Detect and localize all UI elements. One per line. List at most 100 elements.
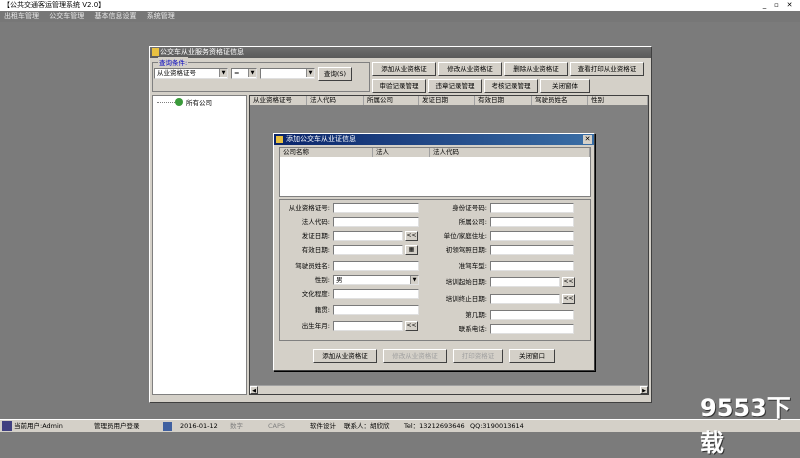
training-end-label: 培训终止日期: bbox=[445, 295, 487, 303]
driver-name-input[interactable] bbox=[333, 261, 419, 271]
valid-date-label: 有效日期: bbox=[301, 246, 330, 254]
status-date: 2016-01-12 bbox=[180, 422, 218, 430]
dialog-add-button[interactable]: 添加从业资格证 bbox=[313, 349, 377, 363]
education-input[interactable] bbox=[333, 289, 419, 299]
tree-line bbox=[157, 102, 177, 103]
window-app-icon bbox=[152, 48, 159, 56]
watermark-logo: 9553下载 bbox=[700, 394, 791, 457]
training-start-input[interactable] bbox=[490, 277, 560, 287]
id-number-label: 身份证号码: bbox=[452, 204, 487, 212]
column-header[interactable]: 有效日期 bbox=[475, 96, 532, 105]
query-field-select[interactable]: 从业资格证号 ▼ bbox=[154, 68, 228, 79]
legal-code-input[interactable] bbox=[333, 217, 419, 227]
tree-root-all-companies[interactable]: 所有公司 bbox=[186, 97, 212, 107]
column-header[interactable]: 所属公司 bbox=[364, 96, 419, 105]
phone-label: 联系电话: bbox=[458, 325, 487, 333]
delete-qualification-button[interactable]: 删除从业资格证 bbox=[504, 62, 568, 76]
review-record-button[interactable]: 审验记录管理 bbox=[372, 79, 426, 93]
native-place-input[interactable] bbox=[333, 305, 419, 315]
license-number-input[interactable] bbox=[333, 203, 419, 213]
period-label: 第几期: bbox=[465, 311, 487, 319]
dialog-close-button[interactable]: 关闭窗口 bbox=[509, 349, 555, 363]
legal-code-label: 法人代码: bbox=[301, 218, 330, 226]
address-input[interactable] bbox=[490, 231, 574, 241]
address-label: 单位/家庭住址: bbox=[443, 232, 487, 240]
app-title-bar: 【公共交通客运管理系统 V2.0】 _ ▫ ✕ bbox=[0, 0, 800, 11]
valid-date-picker-button[interactable]: ▦ bbox=[405, 245, 418, 255]
menu-item-system[interactable]: 系统管理 bbox=[147, 11, 175, 22]
query-operator-select[interactable]: = ▼ bbox=[231, 68, 257, 79]
edit-qualification-button[interactable]: 修改从业资格证 bbox=[438, 62, 502, 76]
dialog-close-icon[interactable]: ✕ bbox=[583, 135, 592, 144]
close-icon[interactable]: ✕ bbox=[785, 1, 794, 10]
valid-date-input[interactable] bbox=[333, 245, 403, 255]
period-input[interactable] bbox=[490, 310, 574, 320]
training-end-input[interactable] bbox=[490, 294, 560, 304]
status-num: 数字 bbox=[230, 422, 243, 430]
dialog-title-bar: 添加公交车从业证信息 ✕ bbox=[274, 134, 594, 145]
column-header[interactable]: 发证日期 bbox=[419, 96, 475, 105]
gender-label: 性别: bbox=[314, 276, 330, 284]
training-start-picker-button[interactable]: << bbox=[562, 277, 575, 287]
exam-record-button[interactable]: 考核记录管理 bbox=[484, 79, 538, 93]
id-number-input[interactable] bbox=[490, 203, 574, 213]
birth-date-input[interactable] bbox=[333, 321, 403, 331]
status-role: 管理员用户登录 bbox=[94, 422, 140, 430]
user-icon bbox=[2, 421, 12, 431]
chevron-down-icon[interactable]: ▼ bbox=[410, 276, 418, 284]
issue-date-input[interactable] bbox=[333, 231, 403, 241]
company-column-header[interactable]: 公司名称 bbox=[280, 148, 373, 157]
app-title: 【公共交通客运管理系统 V2.0】 bbox=[3, 1, 106, 9]
training-end-picker-button[interactable]: << bbox=[562, 294, 575, 304]
calendar-icon[interactable]: ▦ bbox=[409, 246, 415, 253]
grid-horizontal-scrollbar[interactable]: ◀ ▶ bbox=[250, 385, 648, 394]
dialog-edit-button[interactable]: 修改从业资格证 bbox=[383, 349, 447, 363]
menu-item-taxi[interactable]: 出租车管理 bbox=[4, 11, 39, 22]
window-title: 公交车从业服务资格证信息 bbox=[160, 48, 244, 56]
company-icon bbox=[175, 98, 183, 106]
status-user: 当前用户:Admin bbox=[14, 422, 63, 430]
column-header[interactable]: 法人代码 bbox=[307, 96, 364, 105]
company-input[interactable] bbox=[490, 217, 574, 227]
query-button[interactable]: 查询(S) bbox=[318, 67, 352, 81]
chevron-down-icon[interactable]: ▼ bbox=[219, 69, 227, 77]
issue-date-picker-button[interactable]: << bbox=[405, 231, 418, 241]
dialog-app-icon bbox=[276, 136, 283, 143]
status-design: 软件设计 bbox=[310, 422, 336, 430]
dialog-print-button[interactable]: 打印资格证 bbox=[453, 349, 503, 363]
scroll-right-icon[interactable]: ▶ bbox=[640, 386, 648, 394]
minimize-icon[interactable]: _ bbox=[760, 1, 769, 10]
status-bar: 当前用户:Admin 管理员用户登录 2016-01-12 数字 CAPS 软件… bbox=[0, 419, 800, 432]
company-column-header[interactable]: 法人代码 bbox=[430, 148, 590, 157]
education-label: 文化程度: bbox=[301, 290, 330, 298]
birth-date-picker-button[interactable]: << bbox=[405, 321, 418, 331]
gender-select[interactable]: 男 ▼ bbox=[333, 275, 419, 285]
birth-date-label: 出生年月: bbox=[301, 322, 330, 330]
status-contact: 联系人：胡欣欣 bbox=[344, 422, 390, 430]
first-license-date-input[interactable] bbox=[490, 245, 574, 255]
violation-record-button[interactable]: 违章记录管理 bbox=[428, 79, 482, 93]
chevron-down-icon[interactable]: ▼ bbox=[306, 69, 314, 77]
license-number-label: 从业资格证号: bbox=[288, 204, 330, 212]
chevron-down-icon[interactable]: ▼ bbox=[248, 69, 256, 77]
column-header[interactable]: 从业资格证号 bbox=[250, 96, 307, 105]
issue-date-label: 发证日期: bbox=[301, 232, 330, 240]
close-window-button[interactable]: 关闭窗体 bbox=[540, 79, 590, 93]
status-qq: QQ:3190013614 bbox=[470, 422, 524, 430]
scroll-left-icon[interactable]: ◀ bbox=[250, 386, 258, 394]
query-legend: 查询条件: bbox=[158, 57, 189, 67]
menu-item-bus[interactable]: 公交车管理 bbox=[49, 11, 84, 22]
column-header[interactable]: 驾驶员姓名 bbox=[532, 96, 588, 105]
add-qualification-button[interactable]: 添加从业资格证 bbox=[372, 62, 436, 76]
calendar-icon bbox=[163, 422, 172, 431]
first-license-date-label: 初领驾照日期: bbox=[445, 246, 487, 254]
vehicle-type-input[interactable] bbox=[490, 261, 574, 271]
qualification-window-title-bar: 公交车从业服务资格证信息 bbox=[150, 47, 651, 58]
query-value-select[interactable]: ▼ bbox=[260, 68, 315, 79]
restore-icon[interactable]: ▫ bbox=[772, 1, 781, 10]
phone-input[interactable] bbox=[490, 324, 574, 334]
menu-item-basic-settings[interactable]: 基本信息设置 bbox=[94, 11, 136, 22]
column-header[interactable]: 性别 bbox=[588, 96, 648, 105]
company-column-header[interactable]: 法人 bbox=[373, 148, 430, 157]
print-qualification-button[interactable]: 查看打印从业资格证 bbox=[570, 62, 644, 76]
